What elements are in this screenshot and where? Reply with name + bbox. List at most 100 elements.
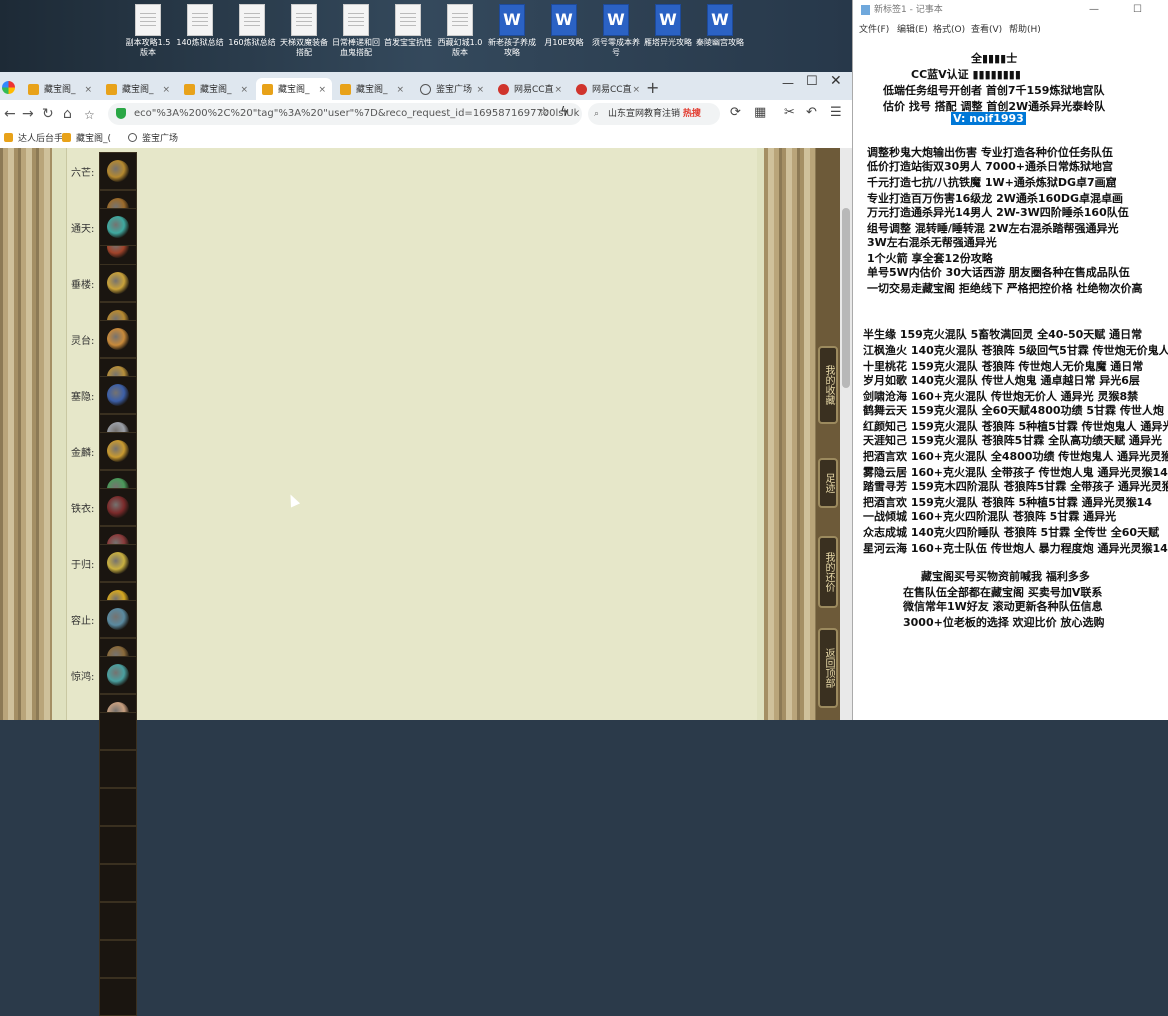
row-items [99, 208, 139, 246]
refresh-icon[interactable]: ↻ [42, 106, 54, 122]
text-document-icon [343, 4, 369, 36]
side-button[interactable]: 足迹 [818, 458, 838, 508]
equipment-item-icon[interactable] [99, 750, 137, 788]
tab-close-icon[interactable]: × [162, 78, 170, 102]
side-button[interactable]: 返回顶部 [818, 628, 838, 708]
browser-tab[interactable]: 藏宝阁_ × [334, 78, 410, 102]
apps-icon[interactable]: ▦ [754, 105, 766, 120]
desktop-icon[interactable]: 副本攻略1.5版本 [122, 4, 174, 58]
tab-close-icon[interactable]: × [240, 78, 248, 102]
page-frame-left [0, 148, 52, 720]
side-button[interactable]: 我的还价 [818, 536, 838, 608]
sync-icon[interactable]: ⟳ [730, 105, 741, 120]
tab-close-icon[interactable]: × [476, 78, 484, 102]
desktop-icon-label: 秦陵幽宫攻略 [696, 38, 744, 47]
minimize-icon[interactable]: — [782, 76, 794, 90]
notepad-menu-item[interactable]: 文件(F) [859, 22, 889, 35]
notepad-menu-item[interactable]: 格式(O) [933, 22, 965, 35]
minimize-icon[interactable]: — [1089, 0, 1099, 20]
cut-icon[interactable]: ✂ [784, 105, 795, 120]
maximize-icon[interactable]: ☐ [806, 74, 818, 89]
maximize-icon[interactable]: ☐ [1133, 0, 1142, 20]
back-icon[interactable]: ← [4, 106, 16, 122]
toolbar: ← → ↻ ⌂ ☆ eco"%3A%200%2C%20"tag"%3A%20"u… [0, 100, 852, 130]
scrollbar[interactable] [840, 148, 852, 720]
undo-icon[interactable]: ↶ [806, 105, 817, 120]
equipment-item-icon[interactable] [99, 264, 137, 302]
equipment-item-icon[interactable] [99, 826, 137, 864]
row-label: 金麟: [71, 448, 95, 459]
equipment-item-icon[interactable] [99, 376, 137, 414]
tab-label: 网易CC直 [514, 85, 554, 95]
browser-tab[interactable]: 网易CC直 × [570, 78, 646, 102]
desktop-icon[interactable]: W 月10E攻略 [538, 4, 590, 48]
address-text: eco"%3A%200%2C%20"tag"%3A%20"user"%7D&re… [134, 108, 580, 119]
search-box[interactable]: ⌕ 山东宣网教育注销 热搜 [588, 103, 720, 125]
close-icon[interactable]: ✕ [830, 73, 842, 89]
desktop-icon[interactable]: 140炼狱总结 [174, 4, 226, 48]
desktop-icon[interactable]: 日常棒递和回血鬼搭配 [330, 4, 382, 58]
notepad-menu-item[interactable]: 帮助(H) [1009, 22, 1041, 35]
desktop-icon-label: 160炼狱总结 [228, 38, 276, 47]
tab-close-icon[interactable]: × [84, 78, 92, 102]
tab-label: 藏宝阁_ [122, 85, 154, 95]
row-label: 六芒: [71, 168, 95, 179]
lightning-icon[interactable]: ϟ [560, 105, 569, 120]
bookmarks-bar: 达人后台手 藏宝阁_( 鉴宝广场 [0, 128, 852, 149]
equipment-item-icon[interactable] [99, 208, 137, 246]
tab-close-icon[interactable]: × [318, 78, 326, 102]
scrollbar-thumb[interactable] [842, 208, 850, 388]
equipment-item-icon[interactable] [99, 788, 137, 826]
bookmark-item[interactable]: 藏宝阁_( [62, 131, 111, 144]
desktop-icon[interactable]: W 秦陵幽宫攻略 [694, 4, 746, 48]
equipment-item-icon[interactable] [99, 978, 137, 1016]
desktop-icon[interactable]: 首发宝宝抗性 [382, 4, 434, 48]
desktop-icon[interactable]: 西藏幻城1.0版本 [434, 4, 486, 58]
bookmark-label: 藏宝阁_( [76, 134, 112, 144]
address-bar[interactable]: eco"%3A%200%2C%20"tag"%3A%20"user"%7D&re… [108, 103, 582, 125]
equipment-item-icon[interactable] [99, 152, 137, 190]
tab-close-icon[interactable]: × [396, 78, 404, 102]
forward-icon[interactable]: → [22, 106, 34, 122]
menu-icon[interactable]: ☰ [830, 105, 842, 120]
bookmark-item[interactable]: 达人后台手 [4, 131, 63, 144]
notepad-menu-item[interactable]: 编辑(E) [897, 22, 928, 35]
equipment-item-icon[interactable] [99, 432, 137, 470]
side-button[interactable]: 我的收藏 [818, 346, 838, 424]
desktop-icon[interactable]: W 雁塔异光攻略 [642, 4, 694, 48]
new-tab-button[interactable]: + [646, 78, 659, 97]
equipment-item-icon[interactable] [99, 544, 137, 582]
equipment-item-icon[interactable] [99, 902, 137, 940]
notepad-text[interactable]: 全▮▮▮▮士 CC蓝V认证 ▮▮▮▮▮▮▮▮ 低端任务组号开创者 首创7千159炼狱… [853, 36, 1168, 720]
equipment-item-icon[interactable] [99, 320, 137, 358]
browser-tab[interactable]: 藏宝阁_ × [178, 78, 254, 102]
star-icon[interactable]: ☆ [84, 108, 95, 122]
bookmark-star-icon[interactable]: ☆ [538, 105, 550, 120]
equipment-item-icon[interactable] [99, 864, 137, 902]
equipment-item-icon[interactable] [99, 656, 137, 694]
tab-close-icon[interactable]: × [554, 78, 562, 102]
browser-logo-icon[interactable] [2, 81, 15, 94]
equipment-item-icon[interactable] [99, 940, 137, 978]
equipment-item-icon[interactable] [99, 712, 137, 750]
equipment-item-icon[interactable] [99, 488, 137, 526]
desktop-icon[interactable]: W 新老孩子养成攻略 [486, 4, 538, 58]
desktop-icon[interactable]: W 须号零成本养号 [590, 4, 642, 58]
row-label: 铁衣: [71, 504, 95, 515]
notepad-menu-item[interactable]: 查看(V) [971, 22, 1002, 35]
browser-tab[interactable]: 藏宝阁_ × [256, 78, 332, 102]
browser-tab[interactable]: 网易CC直 × [492, 78, 568, 102]
bookmark-item[interactable]: 鉴宝广场 [128, 131, 178, 144]
equipment-item-icon[interactable] [99, 600, 137, 638]
desktop-icon[interactable]: 天梯双魔装备搭配 [278, 4, 330, 58]
notepad-line: 一战倾城 160+克火四阶混队 苍狼阵 5甘霖 通异光 [863, 510, 1117, 523]
desktop-icon[interactable]: 160炼狱总结 [226, 4, 278, 48]
tab-label: 网易CC直 [592, 85, 632, 95]
notepad-line: 藏宝阁买号买物资前喊我 福利多多 [921, 570, 1090, 583]
browser-tab[interactable]: 藏宝阁_ × [22, 78, 98, 102]
home-icon[interactable]: ⌂ [63, 106, 72, 122]
browser-tab[interactable]: 藏宝阁_ × [100, 78, 176, 102]
browser-tab[interactable]: 鉴宝广场 × [414, 78, 490, 102]
tab-close-icon[interactable]: × [632, 78, 640, 102]
hot-search-badge[interactable]: 热搜 [683, 109, 701, 119]
